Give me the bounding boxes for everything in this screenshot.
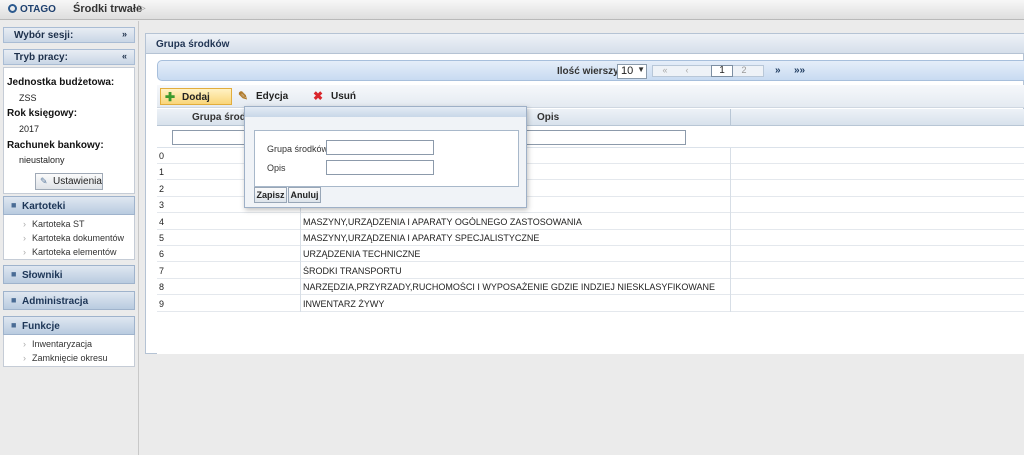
- work-mode-panel: Jednostka budżetowa: ZSS Rok księgowy: 2…: [3, 67, 135, 194]
- desc-cell: NARZĘDZIA,PRZYRZADY,RUCHOMOŚCI I WYPOSAŻ…: [303, 282, 716, 293]
- mode-header-label: Tryb pracy:: [14, 52, 68, 63]
- delete-button-label: Usuń: [331, 91, 356, 102]
- group-field[interactable]: [326, 140, 434, 155]
- expand-icon[interactable]: »: [122, 29, 127, 39]
- group-cell: 2: [159, 183, 165, 194]
- table-row[interactable]: 5 MASZYNY,URZĄDZENIA I APARATY SPECJALIST…: [157, 230, 1024, 246]
- fiscal-year-value: 2017: [19, 124, 40, 134]
- delete-button[interactable]: ✖ Usuń: [311, 88, 359, 105]
- edit-icon: ✎: [238, 89, 249, 103]
- add-button[interactable]: ✚ Dodaj: [160, 88, 232, 105]
- desc-field[interactable]: [326, 160, 434, 175]
- dialog-form: Grupa środków Opis: [254, 130, 519, 187]
- group-cell: 5: [159, 233, 165, 243]
- edit-button[interactable]: ✎ Edycja: [237, 88, 297, 105]
- bullet-icon: ■: [11, 269, 17, 279]
- sidebar-item-kartoteka-st[interactable]: Kartoteka ST: [23, 219, 84, 229]
- settings-button-label: Ustawienia: [53, 176, 102, 187]
- group-cell: 9: [159, 298, 165, 309]
- rows-per-page-value: 10: [621, 65, 634, 77]
- group-cell: 3: [159, 200, 165, 211]
- group-cell: 4: [159, 216, 165, 227]
- section-label: Słowniki: [22, 270, 63, 281]
- session-header-label: Wybór sesji:: [14, 30, 74, 41]
- desc-field-label: Opis: [267, 163, 286, 173]
- play-icon[interactable]: ▷: [138, 3, 146, 14]
- page-link-2[interactable]: 2: [733, 65, 755, 77]
- budget-unit-label: Jednostka budżetowa:: [7, 77, 115, 88]
- rows-per-page-label: Ilość wierszy: [557, 66, 619, 77]
- fiscal-year-label: Rok księgowy:: [7, 108, 78, 119]
- session-header[interactable]: Wybór sesji: »: [3, 27, 135, 43]
- column-divider: [730, 148, 731, 312]
- sidebar-item-kartoteka-dokumentow[interactable]: Kartoteka dokumentów: [23, 233, 124, 243]
- sidebar-item-inwentaryzacja[interactable]: Inwentaryzacja: [23, 339, 92, 349]
- add-group-dialog: Grupa środków Opis Zapisz Anuluj: [244, 106, 527, 208]
- bullet-icon: ■: [11, 320, 17, 330]
- desc-cell: MASZYNY,URZĄDZENIA I APARATY SPECJALISTY…: [303, 233, 540, 243]
- section-label: Administracja: [22, 296, 89, 307]
- column-header-desc[interactable]: Opis: [537, 112, 559, 123]
- column-divider[interactable]: [730, 109, 731, 126]
- sidebar-item-kartoteka-elementow[interactable]: Kartoteka elementów: [23, 247, 116, 257]
- desc-cell: URZĄDZENIA TECHNICZNE: [303, 249, 421, 260]
- prev-page-button[interactable]: ‹: [678, 65, 696, 77]
- delete-icon: ✖: [313, 89, 324, 103]
- group-cell: 8: [159, 282, 165, 293]
- logo-icon: [8, 4, 17, 13]
- logo-text: OTAGO: [20, 4, 56, 15]
- current-page-input[interactable]: 1: [711, 65, 733, 77]
- desc-cell: INWENTARZ ŻYWY: [303, 298, 385, 309]
- sidebar-item-zamkniecie-okresu[interactable]: Zamknięcie okresu: [23, 353, 107, 363]
- rows-per-page-select[interactable]: 10 ▼: [617, 64, 647, 79]
- kartoteki-items: Kartoteka ST Kartoteka dokumentów Kartot…: [3, 215, 135, 260]
- section-kartoteki[interactable]: ■ Kartoteki: [3, 196, 135, 215]
- table-row[interactable]: 6 URZĄDZENIA TECHNICZNE: [157, 246, 1024, 263]
- top-bar: OTAGO Środki trwałe ▷: [0, 0, 1024, 20]
- app-title[interactable]: Środki trwałe: [73, 3, 142, 15]
- group-cell: 0: [159, 151, 165, 161]
- first-page-button[interactable]: «: [656, 65, 674, 77]
- table-row[interactable]: 8 NARZĘDZIA,PRZYRZADY,RUCHOMOŚCI I WYPOSA…: [157, 279, 1024, 296]
- dialog-titlebar[interactable]: [245, 107, 526, 117]
- funkcje-items: Inwentaryzacja Zamknięcie okresu: [3, 335, 135, 367]
- tools-icon: ✎: [40, 176, 48, 186]
- mode-header[interactable]: Tryb pracy: «: [3, 49, 135, 65]
- save-button[interactable]: Zapisz: [254, 187, 287, 203]
- bank-account-label: Rachunek bankowy:: [7, 140, 104, 151]
- section-label: Funkcje: [22, 321, 60, 332]
- desc-cell: ŚRODKI TRANSPORTU: [303, 265, 402, 276]
- group-cell: 7: [159, 265, 165, 276]
- settings-button[interactable]: ✎ Ustawienia: [35, 173, 103, 190]
- pager: Ilość wierszy 10 ▼ « ‹ 1 2 » »»: [157, 60, 1024, 81]
- group-cell: 6: [159, 249, 165, 260]
- bullet-icon: ■: [11, 295, 17, 305]
- sidebar: Wybór sesji: » Tryb pracy: « Jednostka b…: [0, 21, 139, 455]
- desc-cell: MASZYNY,URZĄDZENIA I APARATY OGÓLNEGO ZA…: [303, 216, 582, 227]
- add-button-label: Dodaj: [182, 92, 210, 103]
- app-logo[interactable]: OTAGO: [8, 4, 56, 15]
- collapse-icon[interactable]: «: [122, 51, 127, 61]
- plus-icon: ✚: [165, 90, 176, 104]
- next-page-button[interactable]: »: [775, 65, 781, 76]
- chevron-down-icon: ▼: [637, 65, 645, 74]
- cancel-button[interactable]: Anuluj: [288, 187, 321, 203]
- budget-unit-value: ZSS: [19, 93, 37, 103]
- section-funkcje[interactable]: ■ Funkcje: [3, 316, 135, 335]
- table-row[interactable]: 4 MASZYNY,URZĄDZENIA I APARATY OGÓLNEGO Z…: [157, 214, 1024, 230]
- section-slowniki[interactable]: ■ Słowniki: [3, 265, 135, 284]
- table-row[interactable]: 9 INWENTARZ ŻYWY: [157, 296, 1024, 312]
- panel-title: Grupa środków: [146, 34, 1024, 54]
- table-row[interactable]: 7 ŚRODKI TRANSPORTU: [157, 263, 1024, 279]
- section-label: Kartoteki: [22, 201, 66, 212]
- bank-account-value: nieustalony: [19, 155, 65, 165]
- edit-button-label: Edycja: [256, 91, 289, 102]
- toolbar: ✚ Dodaj ✎ Edycja ✖ Usuń: [157, 85, 1024, 108]
- last-page-button[interactable]: »»: [794, 65, 805, 76]
- group-cell: 1: [159, 167, 165, 178]
- group-field-label: Grupa środków: [267, 144, 329, 154]
- section-administracja[interactable]: ■ Administracja: [3, 291, 135, 310]
- bullet-icon: ■: [11, 200, 17, 210]
